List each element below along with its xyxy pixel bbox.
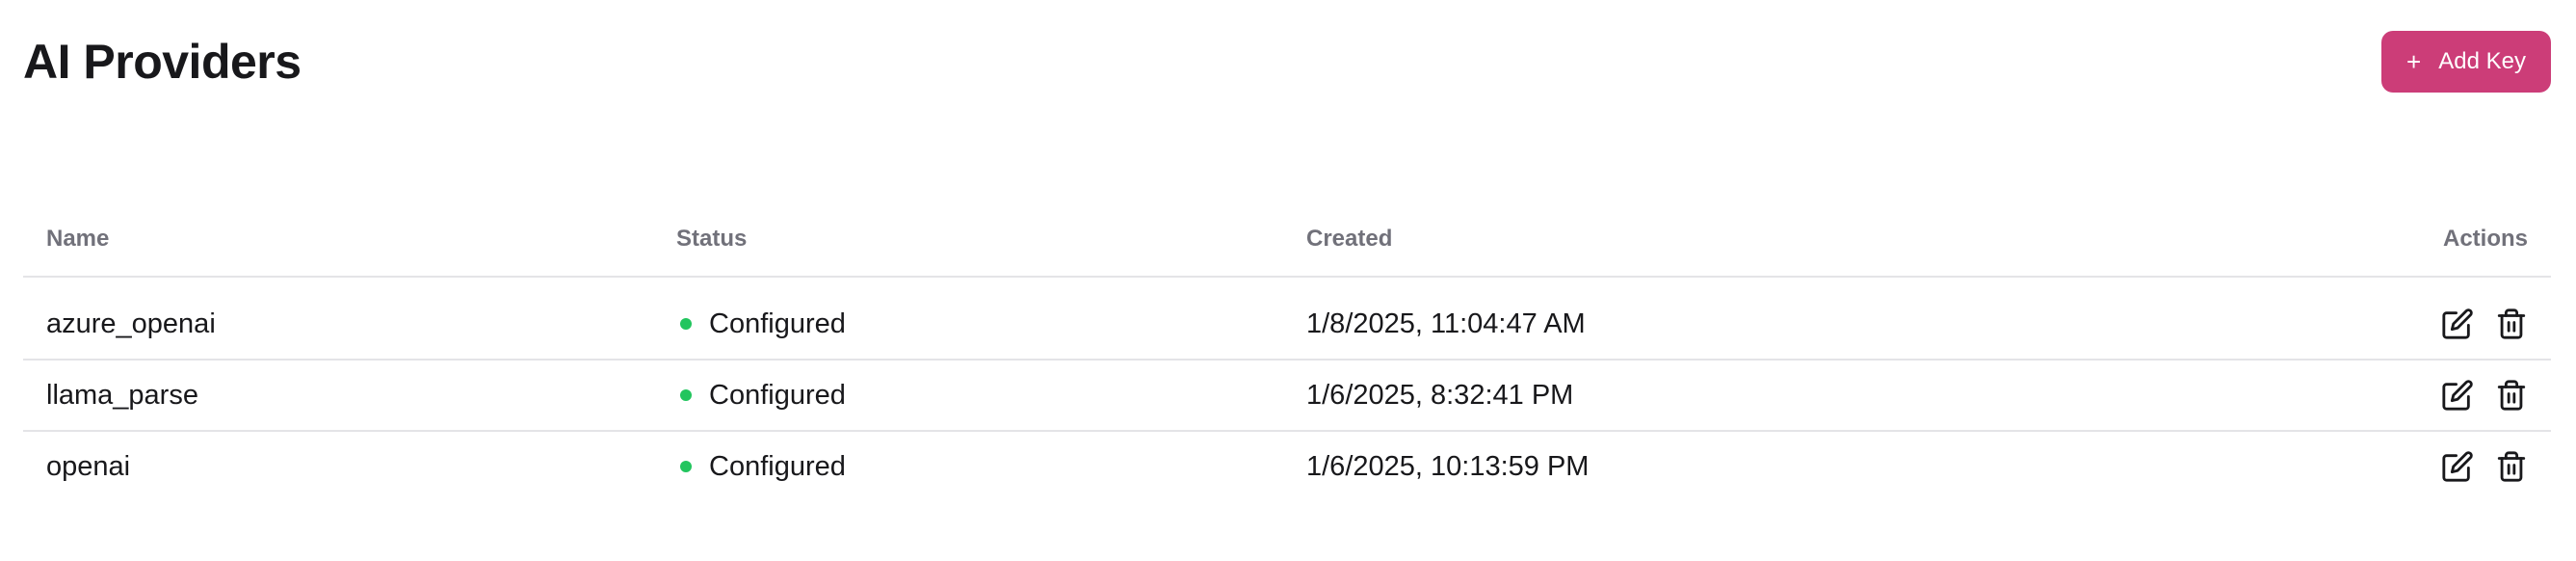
edit-icon [2442, 380, 2473, 411]
status-dot-icon [680, 461, 692, 472]
created-date: 1/6/2025, 10:13:59 PM [1306, 451, 1590, 482]
actions-cell [2441, 361, 2528, 430]
edit-icon [2442, 308, 2473, 339]
actions-cell [2441, 432, 2528, 501]
status-text: Configured [709, 380, 846, 411]
table-row: openai Configured 1/6/2025, 10:13:59 PM [23, 432, 2551, 501]
status-dot-icon [680, 318, 692, 330]
table-row: azure_openai Configured 1/8/2025, 11:04:… [23, 278, 2551, 361]
trash-icon [2497, 380, 2526, 411]
status-cell: Configured [676, 289, 846, 359]
provider-name: openai [46, 451, 131, 482]
delete-button[interactable] [2495, 450, 2528, 483]
edit-button[interactable] [2441, 450, 2474, 483]
provider-name: azure_openai [46, 308, 216, 339]
actions-cell [2441, 289, 2528, 359]
column-header-status[interactable]: Status [676, 208, 747, 276]
table-header: Name Status Created Actions [23, 208, 2551, 278]
trash-icon [2497, 308, 2526, 339]
page-header: AI Providers + Add Key [23, 29, 2551, 96]
add-key-button[interactable]: + Add Key [2381, 31, 2551, 93]
plus-icon: + [2406, 47, 2422, 76]
providers-table: Name Status Created Actions azure_openai… [23, 208, 2551, 501]
page: AI Providers + Add Key Name Status Creat… [0, 0, 2576, 561]
column-header-name[interactable]: Name [46, 208, 109, 276]
created-date: 1/8/2025, 11:04:47 AM [1306, 308, 1586, 339]
delete-button[interactable] [2495, 379, 2528, 412]
provider-name: llama_parse [46, 380, 198, 411]
add-key-label: Add Key [2438, 48, 2526, 74]
edit-icon [2442, 451, 2473, 482]
status-text: Configured [709, 451, 846, 482]
edit-button[interactable] [2441, 307, 2474, 340]
status-dot-icon [680, 389, 692, 401]
column-header-created[interactable]: Created [1306, 208, 1392, 276]
table-row: llama_parse Configured 1/6/2025, 8:32:41… [23, 361, 2551, 432]
status-cell: Configured [676, 432, 846, 501]
column-header-actions: Actions [2442, 226, 2528, 252]
status-cell: Configured [676, 361, 846, 430]
created-date: 1/6/2025, 8:32:41 PM [1306, 380, 1574, 411]
trash-icon [2497, 451, 2526, 482]
table-body: azure_openai Configured 1/8/2025, 11:04:… [23, 278, 2551, 501]
delete-button[interactable] [2495, 307, 2528, 340]
edit-button[interactable] [2441, 379, 2474, 412]
status-text: Configured [709, 308, 846, 339]
page-title: AI Providers [23, 35, 302, 89]
